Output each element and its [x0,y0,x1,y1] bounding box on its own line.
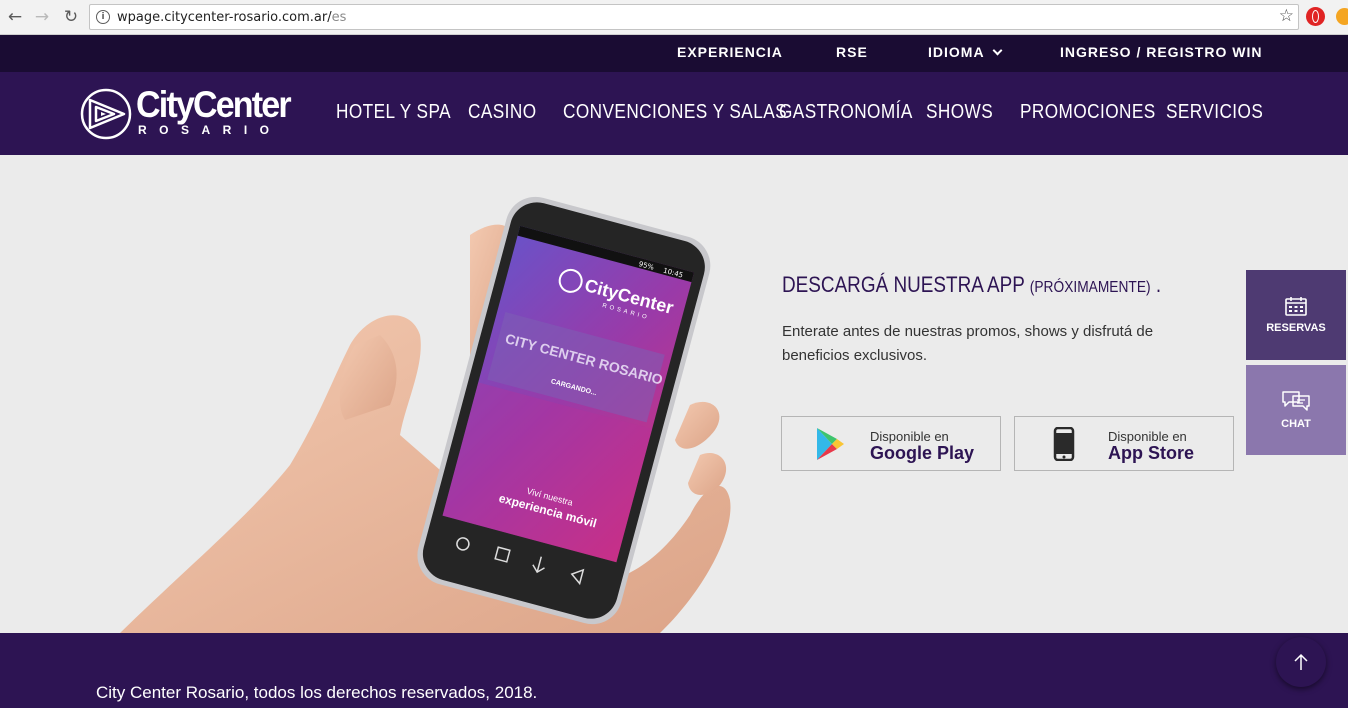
smartphone-icon [1053,427,1075,461]
browser-toolbar: ← → ↻ i wpage.citycenter-rosario.com.ar/… [0,0,1348,35]
google-play-label: Google Play [870,443,975,463]
url-path: es [331,10,347,25]
nav-item-gastronomia[interactable]: GASTRONOMÍA [779,101,913,124]
app-store-label: App Store [1108,443,1195,463]
app-title-proximamente: (PRÓXIMAMENTE) [1029,279,1151,296]
arrow-up-icon [1294,653,1308,670]
app-section-title: DESCARGÁ NUESTRA APP (PRÓXIMAMENTE) . [782,272,1161,298]
logo-subtitle: ROSARIO [138,123,282,137]
google-play-icon [817,428,844,460]
footer-copyright: City Center Rosario, todos los derechos … [96,683,538,702]
logo-name: CityCenter [136,84,292,125]
extension-icon[interactable] [1336,8,1348,25]
utility-bar: EXPERIENCIA RSE IDIOMA INGRESO / REGISTR… [0,35,1348,72]
main-header: CityCenter ROSARIO HOTEL Y SPA CASINO CO… [0,72,1348,155]
opera-extension-icon[interactable] [1306,7,1325,26]
bookmark-star-icon[interactable]: ☆ [1279,6,1294,26]
idioma-label: IDIOMA [928,44,985,60]
calendar-icon [1285,297,1307,316]
address-bar[interactable]: i wpage.citycenter-rosario.com.ar/es ☆ [89,4,1299,30]
nav-item-promociones[interactable]: PROMOCIONES [1020,101,1156,124]
nav-item-casino[interactable]: CASINO [468,101,537,124]
chat-bubbles-icon [1282,391,1310,411]
topbar-link-ingreso-registro[interactable]: INGRESO / REGISTRO WIN [1060,44,1262,60]
back-button[interactable]: ← [4,6,26,28]
topbar-link-rse[interactable]: RSE [836,44,868,60]
citycenter-logo[interactable]: CityCenter ROSARIO [80,84,292,142]
chat-label: CHAT [1281,418,1311,430]
scroll-to-top-button[interactable] [1276,637,1326,687]
url-text[interactable]: wpage.citycenter-rosario.com.ar/es [117,10,346,25]
nav-item-convenciones-y-salas[interactable]: CONVENCIONES Y SALAS [563,101,787,124]
logo-mark-icon [80,88,132,140]
reservas-label: RESERVAS [1266,322,1326,334]
chevron-down-icon [992,45,1003,56]
app-store-button[interactable]: Disponible en App Store [1014,416,1234,471]
app-section-description: Enterate antes de nuestras promos, shows… [782,323,1154,364]
forward-button[interactable]: → [31,6,53,28]
app-store-small-text: Disponible en [1108,429,1187,444]
chat-widget[interactable]: CHAT [1246,365,1346,455]
topbar-idioma-dropdown[interactable]: IDIOMA [928,44,1003,60]
app-title-period: . [1155,272,1162,297]
nav-item-hotel-y-spa[interactable]: HOTEL Y SPA [336,101,451,124]
url-host: wpage.citycenter-rosario.com.ar/ [117,10,332,25]
app-promo-section: 10:45 95% CityCenter ROSARIO CITY CENTER… [0,155,1348,633]
nav-item-shows[interactable]: SHOWS [926,101,993,124]
nav-item-servicios[interactable]: SERVICIOS [1166,101,1263,124]
reload-button[interactable]: ↻ [60,6,82,28]
app-title-main: DESCARGÁ NUESTRA APP [782,272,1025,297]
topbar-link-experiencia[interactable]: EXPERIENCIA [677,44,783,60]
google-play-small-text: Disponible en [870,429,949,444]
site-info-icon[interactable]: i [96,10,110,24]
google-play-button[interactable]: Disponible en Google Play [781,416,1001,471]
hand-holding-phone-image: 10:45 95% CityCenter ROSARIO CITY CENTER… [120,196,731,633]
reservas-widget[interactable]: RESERVAS [1246,270,1346,360]
site-footer: City Center Rosario, todos los derechos … [0,633,1348,708]
